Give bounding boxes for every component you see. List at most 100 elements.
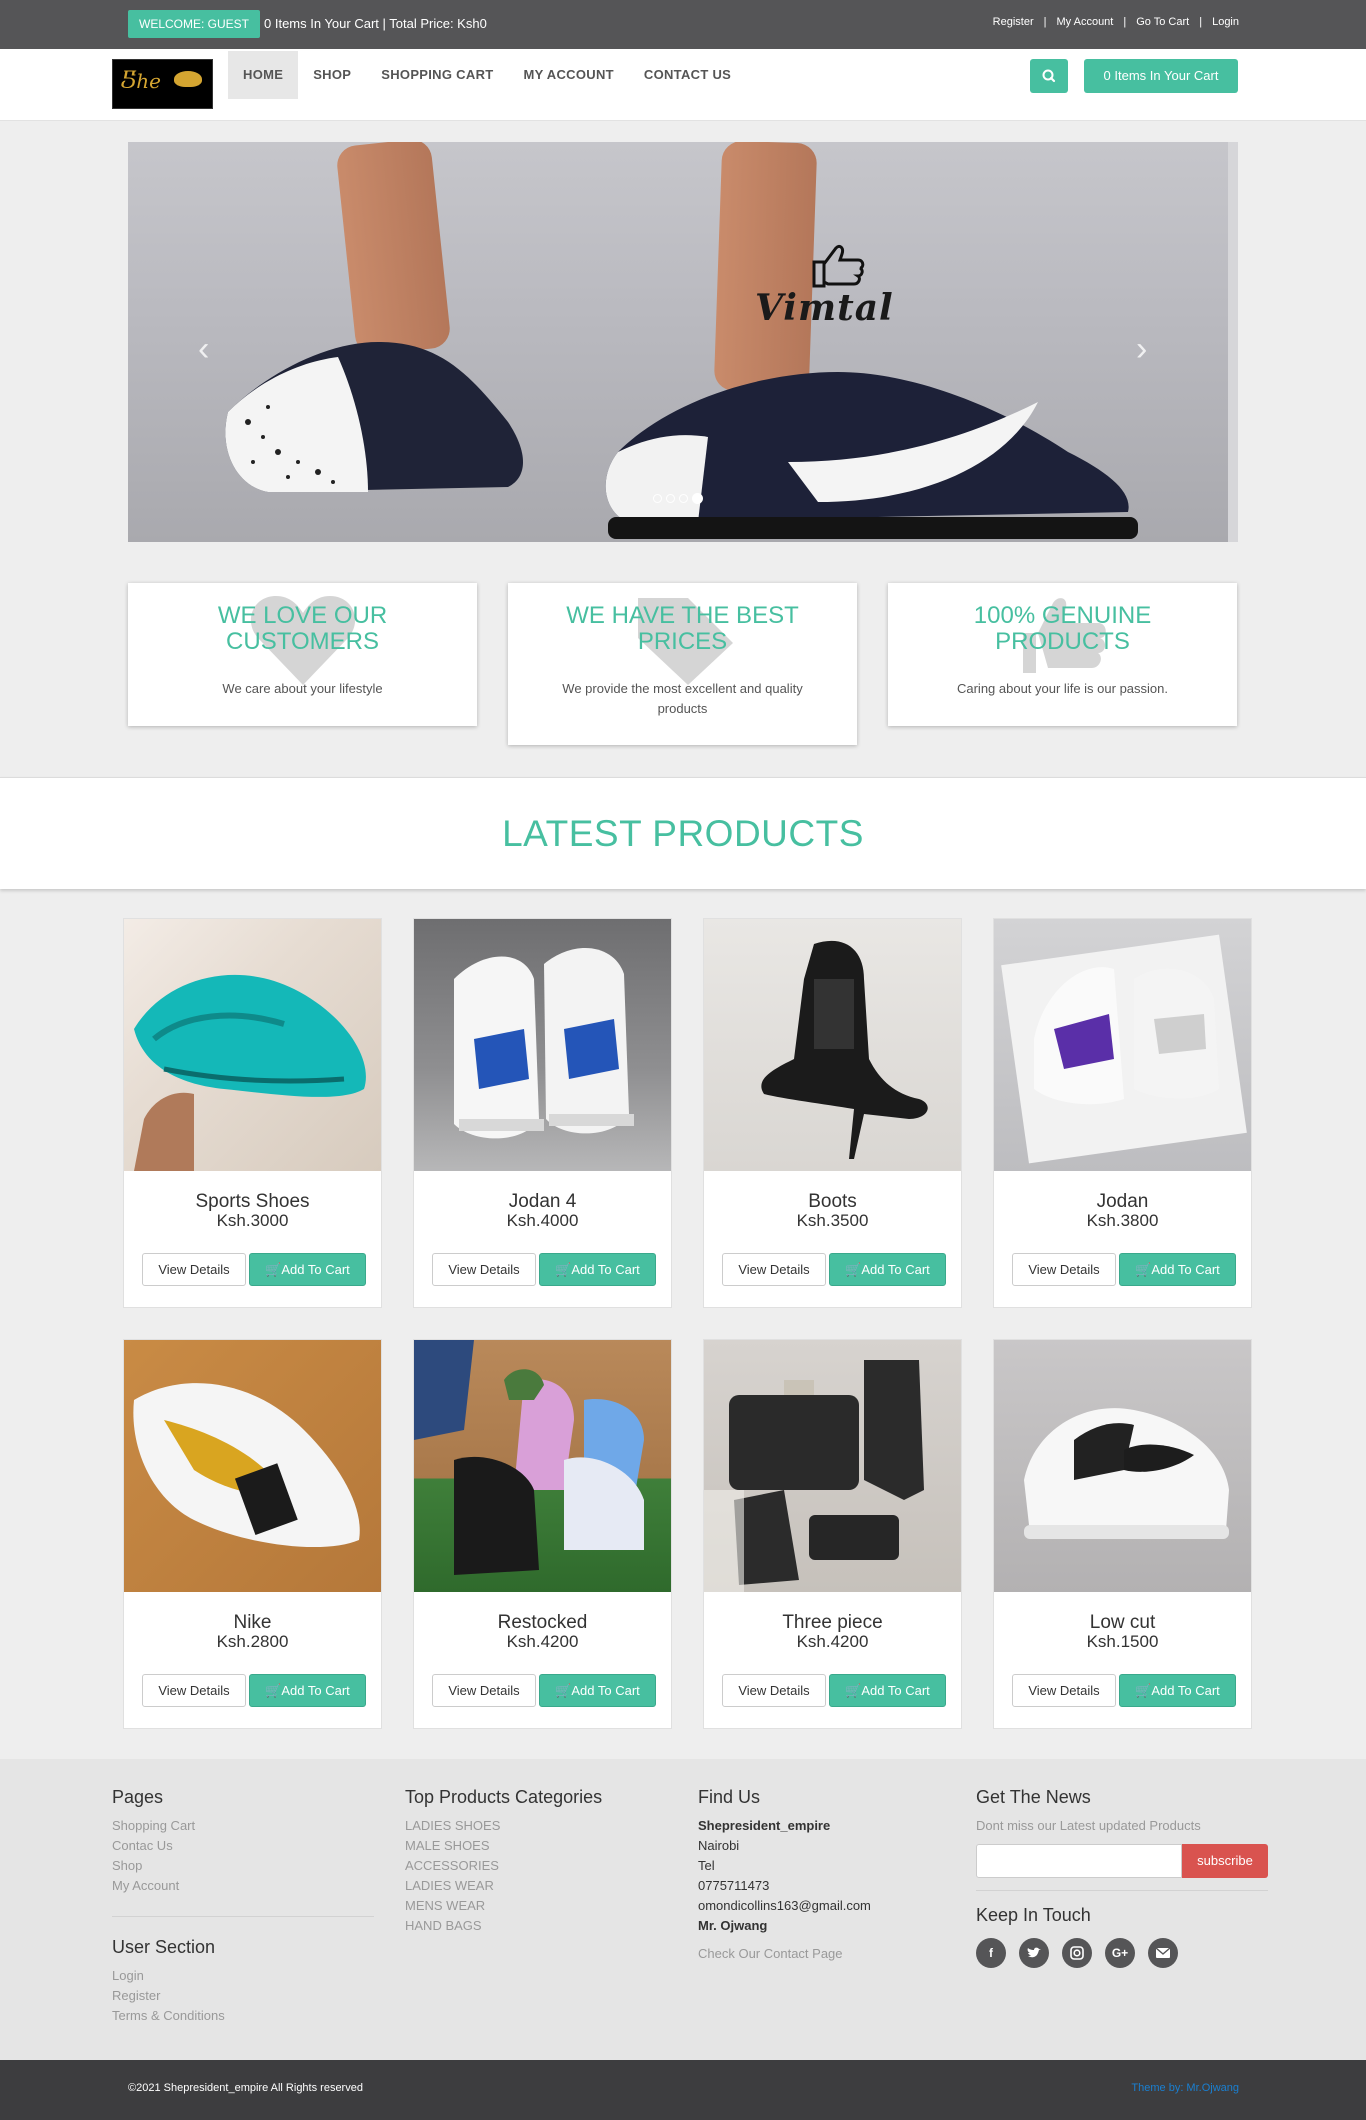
facebook-icon[interactable]: f bbox=[976, 1938, 1006, 1968]
google-plus-icon[interactable]: G+ bbox=[1105, 1938, 1135, 1968]
carousel-dot[interactable] bbox=[653, 494, 662, 503]
product-name[interactable]: Nike bbox=[124, 1612, 381, 1634]
contact-page-link[interactable]: Check Our Contact Page bbox=[698, 1944, 871, 1964]
footer-divider bbox=[976, 1890, 1268, 1891]
footer-heading: Find Us bbox=[698, 1787, 761, 1807]
search-button[interactable] bbox=[1030, 59, 1068, 93]
footer-link-contact[interactable]: Contac Us bbox=[112, 1836, 374, 1856]
product-image[interactable] bbox=[124, 919, 381, 1171]
view-details-button[interactable]: View Details bbox=[722, 1253, 826, 1286]
twitter-icon[interactable] bbox=[1019, 1938, 1049, 1968]
footer-link-terms[interactable]: Terms & Conditions bbox=[112, 2006, 374, 2026]
product-image[interactable] bbox=[994, 1340, 1251, 1592]
product-price: Ksh.3500 bbox=[796, 1211, 869, 1230]
logo-script: Ⴝhe bbox=[121, 69, 162, 93]
theme-credit-link[interactable]: Theme by: Mr.Ojwang bbox=[1131, 2082, 1239, 2094]
product-image[interactable] bbox=[414, 1340, 671, 1592]
category-link[interactable]: LADIES SHOES bbox=[405, 1816, 602, 1836]
add-to-cart-button[interactable]: 🛒Add To Cart bbox=[249, 1674, 366, 1707]
view-details-button[interactable]: View Details bbox=[142, 1674, 246, 1707]
view-details-button[interactable]: View Details bbox=[432, 1253, 536, 1286]
nav-contact-us[interactable]: CONTACT US bbox=[629, 51, 746, 99]
add-to-cart-button[interactable]: 🛒Add To Cart bbox=[1119, 1674, 1236, 1707]
add-to-cart-button[interactable]: 🛒Add To Cart bbox=[539, 1674, 656, 1707]
hero-carousel[interactable]: Vimtal ‹ › bbox=[128, 142, 1238, 542]
category-link[interactable]: MENS WEAR bbox=[405, 1896, 602, 1916]
carousel-next-icon[interactable]: › bbox=[1136, 330, 1147, 369]
product-image[interactable] bbox=[704, 1340, 961, 1592]
email-icon[interactable] bbox=[1148, 1938, 1178, 1968]
product-name[interactable]: Boots bbox=[704, 1191, 961, 1213]
footer-link-my-account[interactable]: My Account bbox=[112, 1876, 374, 1896]
add-to-cart-label: Add To Cart bbox=[281, 1683, 350, 1698]
product-image-art bbox=[134, 974, 366, 1171]
nav-shop[interactable]: SHOP bbox=[298, 51, 366, 99]
product-name[interactable]: Restocked bbox=[414, 1612, 671, 1634]
product-name[interactable]: Three piece bbox=[704, 1612, 961, 1634]
feature-title: WE HAVE THE BEST PRICES bbox=[566, 602, 799, 655]
product-image-art bbox=[1024, 1408, 1229, 1539]
product-image[interactable] bbox=[704, 919, 961, 1171]
thumbs-up-icon bbox=[812, 244, 865, 288]
add-to-cart-button[interactable]: 🛒Add To Cart bbox=[829, 1674, 946, 1707]
product-price: Ksh.4000 bbox=[506, 1211, 579, 1230]
carousel-dot-active[interactable] bbox=[692, 493, 703, 504]
view-details-button[interactable]: View Details bbox=[1012, 1253, 1116, 1286]
footer-heading: Keep In Touch bbox=[976, 1905, 1091, 1925]
footer-link-register[interactable]: Register bbox=[112, 1986, 374, 2006]
nav-my-account[interactable]: MY ACCOUNT bbox=[509, 51, 629, 99]
product-name[interactable]: Jodan bbox=[994, 1191, 1251, 1213]
nav-shopping-cart[interactable]: SHOPPING CART bbox=[366, 51, 508, 99]
carousel-prev-icon[interactable]: ‹ bbox=[198, 330, 209, 369]
header-cart-button[interactable]: 0 Items In Your Cart bbox=[1084, 59, 1238, 93]
footer-heading: Top Products Categories bbox=[405, 1787, 603, 1807]
product-image[interactable] bbox=[994, 919, 1251, 1171]
add-to-cart-button[interactable]: 🛒Add To Cart bbox=[249, 1253, 366, 1286]
product-name[interactable]: Sports Shoes bbox=[124, 1191, 381, 1213]
footer-categories-column: Top Products Categories LADIES SHOES MAL… bbox=[405, 1787, 602, 1936]
product-name[interactable]: Jodan 4 bbox=[414, 1191, 671, 1213]
footer-link-login[interactable]: Login bbox=[112, 1966, 374, 1986]
view-details-button[interactable]: View Details bbox=[1012, 1674, 1116, 1707]
product-image[interactable] bbox=[414, 919, 671, 1171]
view-details-button[interactable]: View Details bbox=[142, 1253, 246, 1286]
category-link[interactable]: HAND BAGS bbox=[405, 1916, 602, 1936]
site-logo[interactable]: Ⴝhe bbox=[112, 59, 213, 109]
subscribe-button[interactable]: subscribe bbox=[1182, 1844, 1268, 1878]
carousel-dot[interactable] bbox=[666, 494, 675, 503]
footer-link-shopping-cart[interactable]: Shopping Cart bbox=[112, 1816, 374, 1836]
feature-text: We provide the most excellent and qualit… bbox=[562, 681, 803, 716]
category-link[interactable]: MALE SHOES bbox=[405, 1836, 602, 1856]
product-card: Sports Shoes Ksh.3000 View Details 🛒Add … bbox=[123, 918, 382, 1308]
product-image-art bbox=[1001, 934, 1247, 1164]
add-to-cart-label: Add To Cart bbox=[1151, 1262, 1220, 1277]
product-card: Low cut Ksh.1500 View Details 🛒Add To Ca… bbox=[993, 1339, 1252, 1729]
go-to-cart-link[interactable]: Go To Cart bbox=[1136, 16, 1189, 28]
hero-brand-text: Vimtal bbox=[755, 287, 894, 329]
view-details-button[interactable]: View Details bbox=[722, 1674, 826, 1707]
separator: | bbox=[1123, 16, 1127, 28]
view-details-button[interactable]: View Details bbox=[432, 1674, 536, 1707]
feature-title: 100% GENUINE PRODUCTS bbox=[973, 602, 1152, 655]
welcome-badge: WELCOME: GUEST bbox=[128, 10, 261, 38]
nav-home[interactable]: HOME bbox=[228, 51, 299, 99]
top-bar: WELCOME: GUEST 0 Items In Your Cart | To… bbox=[0, 0, 1366, 49]
footer-link-shop[interactable]: Shop bbox=[112, 1856, 374, 1876]
carousel-dot[interactable] bbox=[679, 494, 688, 503]
category-link[interactable]: ACCESSORIES bbox=[405, 1856, 602, 1876]
separator: | bbox=[1199, 16, 1203, 28]
category-link[interactable]: LADIES WEAR bbox=[405, 1876, 602, 1896]
add-to-cart-button[interactable]: 🛒Add To Cart bbox=[539, 1253, 656, 1286]
product-name[interactable]: Low cut bbox=[994, 1612, 1251, 1634]
product-image[interactable] bbox=[124, 1340, 381, 1592]
cart-icon: 🛒 bbox=[555, 1683, 572, 1698]
footer-find-us-column: Find Us Shepresident_empire Nairobi Tel … bbox=[698, 1787, 871, 1964]
add-to-cart-button[interactable]: 🛒Add To Cart bbox=[1119, 1253, 1236, 1286]
my-account-link[interactable]: My Account bbox=[1057, 16, 1114, 28]
instagram-icon[interactable] bbox=[1062, 1938, 1092, 1968]
login-link[interactable]: Login bbox=[1212, 16, 1239, 28]
register-link[interactable]: Register bbox=[993, 16, 1034, 28]
subscribe-email-input[interactable] bbox=[976, 1844, 1182, 1878]
tel-label: Tel bbox=[698, 1858, 715, 1873]
add-to-cart-button[interactable]: 🛒Add To Cart bbox=[829, 1253, 946, 1286]
